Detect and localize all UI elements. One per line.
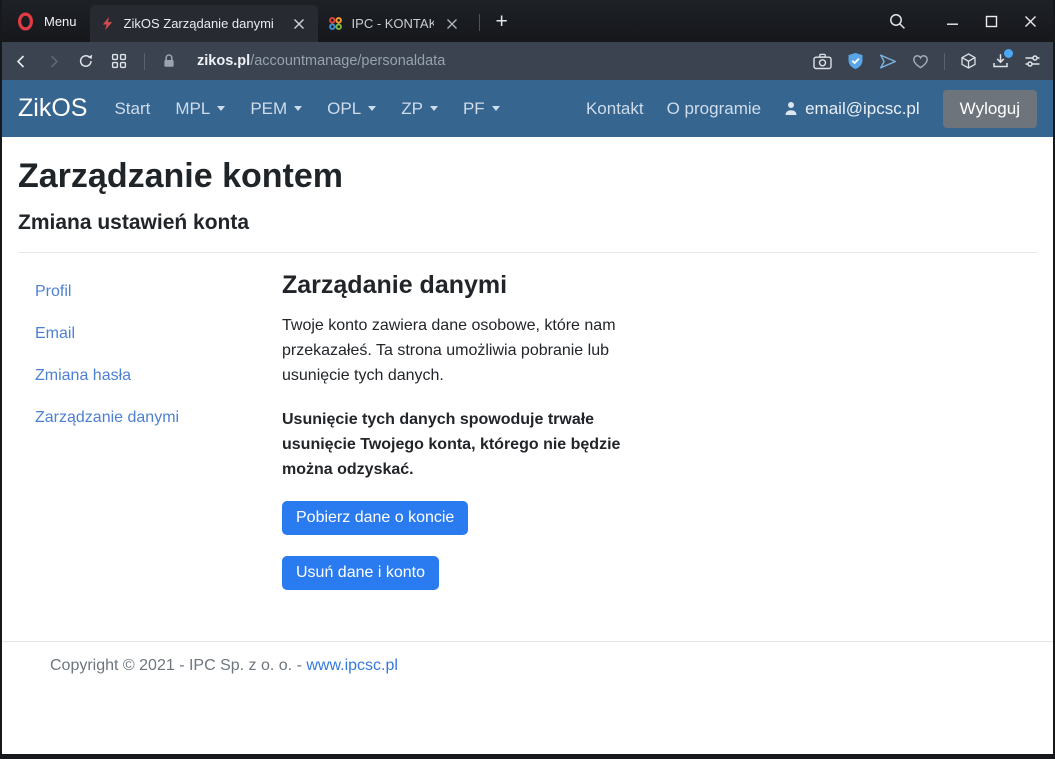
addressbar-separator [944,53,945,70]
opera-logo-icon [16,12,35,31]
nav-link-pf[interactable]: PF [463,99,500,119]
tab-separator [479,14,480,31]
heart-bookmark-icon[interactable] [912,54,929,69]
download-data-button[interactable]: Pobierz dane o koncie [282,501,468,535]
nav-link-zp[interactable]: ZP [401,99,438,119]
addressbar-separator [144,53,145,70]
tab-title: IPC - KONTAKT [352,16,434,31]
nav-link-start[interactable]: Start [114,99,150,119]
tab-zikos[interactable]: ZikOS Zarządanie danymi [90,5,318,42]
speed-dial-icon[interactable] [111,53,127,69]
sidebar-item-zmiana-hasla[interactable]: Zmiana hasła [35,367,282,385]
tab-close-icon[interactable] [290,15,308,33]
sidebar-item-email[interactable]: Email [35,325,282,343]
page-footer: Copyright © 2021 - IPC Sp. z o. o. - www… [2,641,1053,675]
nav-link-o-programie[interactable]: O programie [667,99,761,119]
user-email: email@ipcsc.pl [805,99,920,119]
browser-window: Menu ZikOS Zarządanie danymi IPC - KONTA… [0,0,1055,759]
copyright-text: Copyright © 2021 - IPC Sp. z o. o. - [50,657,306,674]
easy-setup-sliders-icon[interactable] [1024,53,1041,69]
extensions-cube-icon[interactable] [960,53,977,69]
account-sidebar: Profil Email Zmiana hasła Zarządzanie da… [18,269,282,611]
snapshot-camera-icon[interactable] [813,53,832,70]
menu-label: Menu [44,14,77,29]
logout-button[interactable]: Wyloguj [943,90,1037,128]
lock-icon[interactable] [162,53,176,69]
site-navbar: ZikOS Start MPL PEM OPL ZP PF Kontakt O … [2,80,1053,137]
page-subtitle: Zmiana ustawień konta [18,211,1037,235]
my-flow-paper-plane-icon[interactable] [879,54,897,69]
close-icon[interactable] [1024,15,1037,28]
tab-close-icon[interactable] [443,15,461,33]
nav-link-pem[interactable]: PEM [250,99,302,119]
footer-link-ipcsc[interactable]: www.ipcsc.pl [306,657,398,674]
browser-menu-button[interactable]: Menu [2,0,90,42]
forward-icon[interactable] [46,54,61,69]
page-title: Zarządzanie kontem [18,157,1037,196]
sidebar-item-zarzadzanie-danymi[interactable]: Zarządzanie danymi [35,409,282,427]
user-account-link[interactable]: email@ipcsc.pl [784,99,920,119]
minimize-icon[interactable] [946,15,959,28]
section-heading: Zarządanie danymi [282,271,1037,300]
person-icon [784,101,798,116]
brand-zikos[interactable]: ZikOS [18,94,87,123]
nav-link-mpl[interactable]: MPL [175,99,225,119]
search-icon[interactable] [889,13,906,30]
delete-account-button[interactable]: Usuń dane i konto [282,556,439,590]
back-icon[interactable] [14,54,29,69]
tab-ipc[interactable]: IPC - KONTAKT [318,5,471,42]
tab-title: ZikOS Zarządanie danymi [124,16,281,31]
chevron-down-icon [294,106,302,111]
sidebar-item-profil[interactable]: Profil [35,283,282,301]
chevron-down-icon [368,106,376,111]
address-bar: zikos.pl/accountmanage/personaldata [2,42,1053,80]
chevron-down-icon [492,106,500,111]
download-notification-dot [1004,49,1013,58]
url-path: /accountmanage/personaldata [250,53,445,69]
downloads-icon[interactable] [992,53,1009,69]
url-field[interactable]: zikos.pl/accountmanage/personaldata [197,53,445,69]
shield-check-icon[interactable] [847,52,864,70]
page-content: Zarządzanie kontem Zmiana ustawień konta… [2,137,1053,754]
zikos-favicon-icon [100,16,115,31]
new-tab-button[interactable]: + [486,10,518,34]
intro-paragraph: Twoje konto zawiera dane osobowe, które … [282,314,650,388]
nav-link-opl[interactable]: OPL [327,99,376,119]
data-management-section: Zarządanie danymi Twoje konto zawiera da… [282,269,1037,611]
reload-icon[interactable] [78,53,94,69]
url-host: zikos.pl [197,53,250,69]
chevron-down-icon [430,106,438,111]
chevron-down-icon [217,106,225,111]
joomla-favicon-icon [328,16,343,31]
tab-strip: Menu ZikOS Zarządanie danymi IPC - KONTA… [2,0,1053,42]
warning-paragraph: Usunięcie tych danych spowoduje trwałe u… [282,408,650,482]
maximize-icon[interactable] [985,15,998,28]
nav-link-kontakt[interactable]: Kontakt [586,99,644,119]
